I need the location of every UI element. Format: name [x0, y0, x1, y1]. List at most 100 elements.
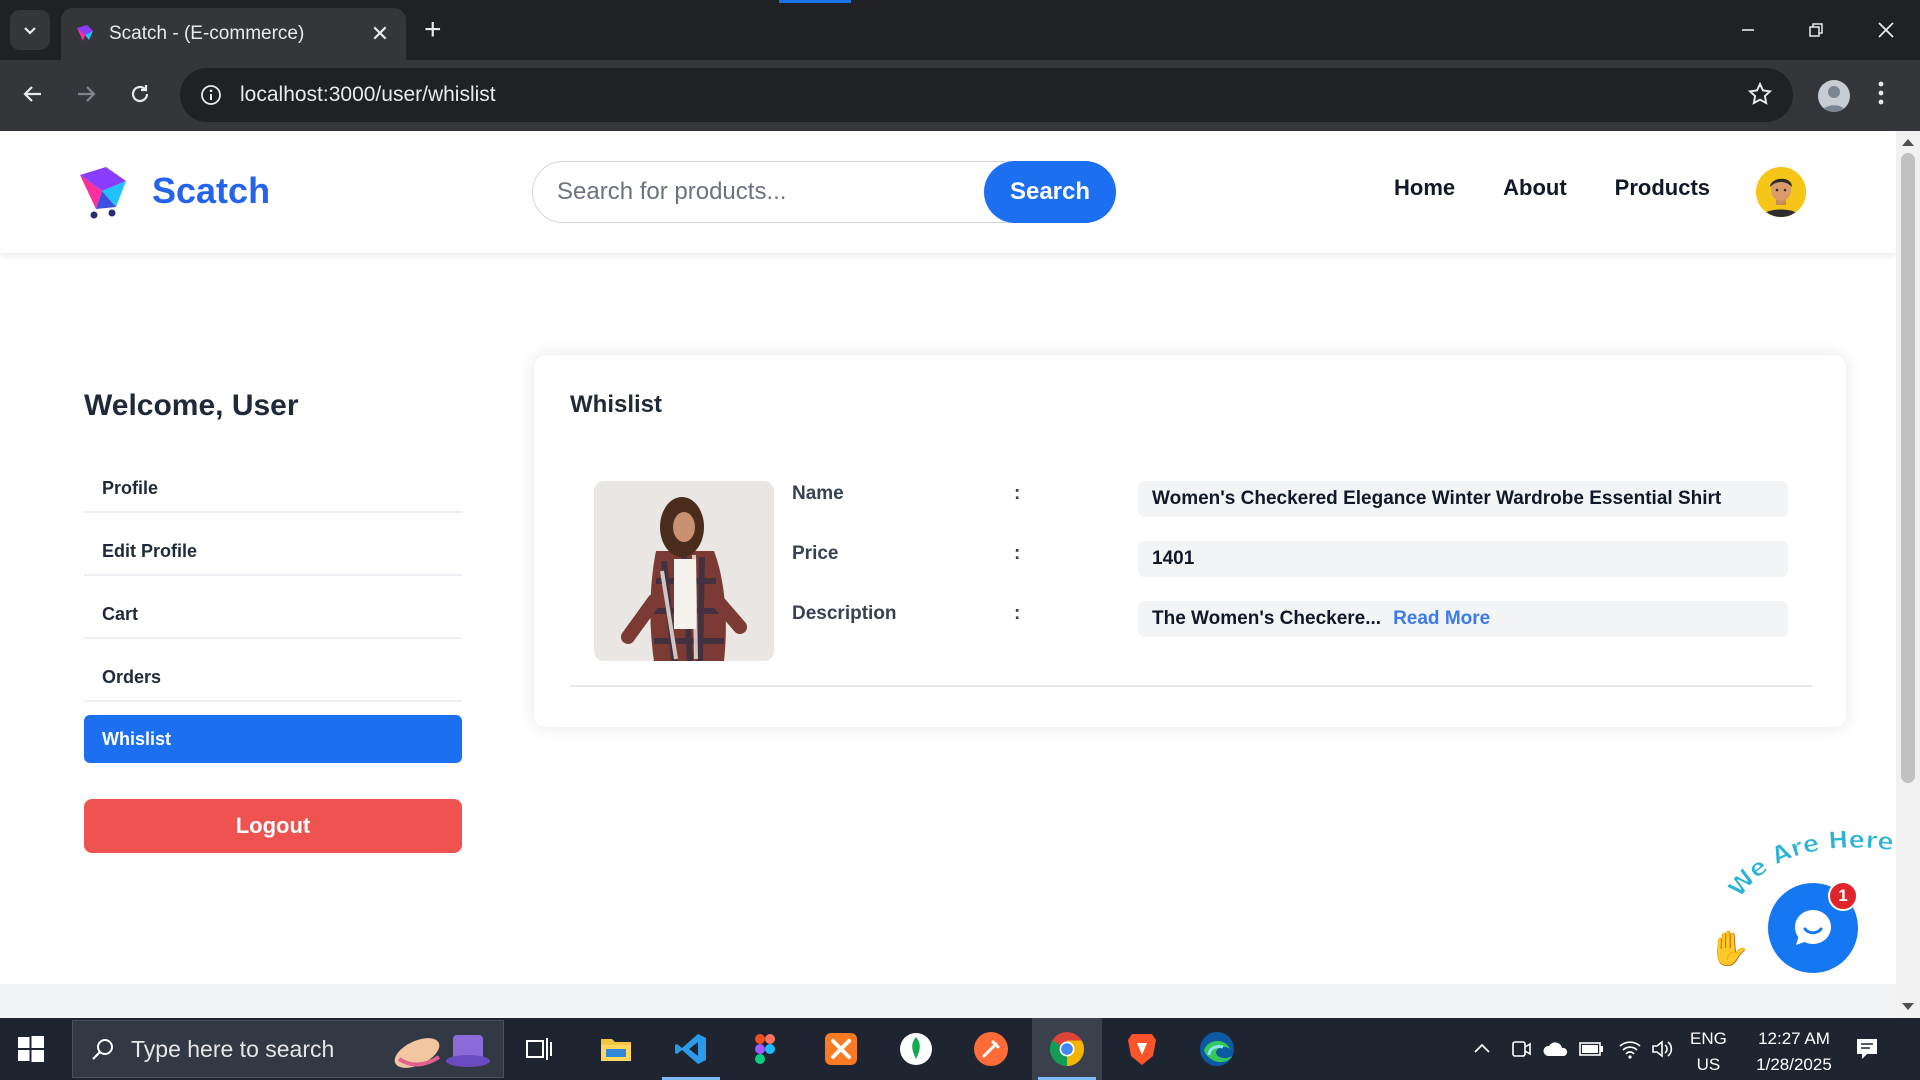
- postman-icon: [974, 1032, 1008, 1066]
- product-price-value: 1401: [1138, 541, 1788, 577]
- page-viewport: Scatch Search Home About Products Welcom…: [0, 131, 1896, 984]
- taskbar-chrome[interactable]: [1032, 1018, 1102, 1080]
- scroll-up-arrow[interactable]: [1902, 139, 1914, 146]
- nav-home-link[interactable]: Home: [1394, 175, 1455, 201]
- product-search: Search: [532, 161, 1116, 223]
- arrow-right-icon: [78, 86, 96, 102]
- browser-profile-avatar[interactable]: [1818, 80, 1850, 112]
- onedrive-icon[interactable]: [1542, 1038, 1570, 1065]
- product-image[interactable]: [594, 481, 774, 661]
- sidebar-item-edit-profile[interactable]: Edit Profile: [84, 528, 462, 576]
- windows-logo-icon: [18, 1036, 44, 1062]
- mongodb-icon: [900, 1033, 932, 1065]
- search-highlight-icon: [394, 1035, 490, 1068]
- taskbar-file-explorer[interactable]: [581, 1018, 651, 1080]
- chevron-up-icon[interactable]: [1472, 1040, 1492, 1061]
- reload-icon: [131, 85, 149, 103]
- close-tab-icon[interactable]: ✕: [368, 21, 392, 47]
- clock-time: 12:27 AM: [1758, 1029, 1830, 1048]
- welcome-heading: Welcome, User: [84, 389, 299, 422]
- tab-search-button[interactable]: [10, 10, 50, 50]
- name-separator: :: [1014, 483, 1021, 504]
- new-tab-button[interactable]: +: [424, 14, 442, 46]
- taskbar-vscode[interactable]: [656, 1018, 726, 1080]
- product-description-value: The Women's Checkere... Read More: [1138, 601, 1788, 637]
- description-label: Description: [792, 603, 897, 624]
- taskbar-edge[interactable]: [1182, 1018, 1252, 1080]
- brand-name: Scatch: [152, 170, 271, 211]
- taskbar-mongodb-compass[interactable]: [881, 1018, 951, 1080]
- input-language[interactable]: ENG US: [1690, 1026, 1727, 1078]
- browser-tabstrip: Scatch - (E-commerce) ✕ +: [0, 0, 1920, 60]
- sidebar-item-cart[interactable]: Cart: [84, 591, 462, 639]
- taskbar-xampp[interactable]: [806, 1018, 876, 1080]
- scroll-thumb[interactable]: [1901, 153, 1915, 783]
- battery-icon[interactable]: [1578, 1038, 1606, 1065]
- chat-bubble-icon: [1795, 910, 1831, 945]
- language-code: ENG: [1690, 1029, 1727, 1048]
- chrome-icon: [1050, 1032, 1084, 1066]
- chat-widget[interactable]: We Are Here! ✋ 1: [1706, 825, 1896, 981]
- notification-center-icon[interactable]: [1854, 1036, 1880, 1067]
- description-separator: :: [1014, 603, 1021, 624]
- sidebar-item-orders[interactable]: Orders: [84, 654, 462, 702]
- page-scrollbar[interactable]: [1896, 131, 1920, 1018]
- item-divider: [570, 685, 1812, 687]
- waving-hand-icon: ✋: [1708, 930, 1751, 968]
- nav-products-link[interactable]: Products: [1615, 175, 1710, 201]
- task-view-button[interactable]: [504, 1018, 574, 1080]
- system-clock[interactable]: 12:27 AM 1/28/2025: [1740, 1026, 1848, 1078]
- main-nav: Home About Products: [1394, 175, 1710, 201]
- browser-toolbar: localhost:3000/user/whislist: [0, 60, 1920, 131]
- kebab-icon[interactable]: [1876, 78, 1886, 113]
- name-label: Name: [792, 483, 844, 504]
- forward-button[interactable]: [66, 74, 106, 114]
- address-bar[interactable]: localhost:3000/user/whislist: [180, 68, 1793, 122]
- search-button[interactable]: Search: [984, 161, 1116, 223]
- taskbar-figma[interactable]: [730, 1018, 800, 1080]
- vscode-icon: [675, 1034, 706, 1064]
- figma-icon: [755, 1034, 775, 1064]
- minimize-button[interactable]: [1728, 12, 1768, 48]
- price-separator: :: [1014, 543, 1021, 564]
- logout-button[interactable]: Logout: [84, 799, 462, 853]
- windows-start-button[interactable]: [18, 1036, 44, 1067]
- brave-icon: [1128, 1034, 1156, 1065]
- read-more-link[interactable]: Read More: [1393, 608, 1490, 630]
- nav-about-link[interactable]: About: [1503, 175, 1567, 201]
- sidebar-item-profile[interactable]: Profile: [84, 465, 462, 513]
- scatch-favicon-icon: [77, 25, 93, 41]
- browser-tab[interactable]: Scatch - (E-commerce) ✕: [61, 8, 406, 60]
- taskbar-search-text: Type here to search: [131, 1035, 335, 1062]
- back-button[interactable]: [13, 74, 53, 114]
- star-icon[interactable]: [1747, 81, 1773, 112]
- product-name-value: Women's Checkered Elegance Winter Wardro…: [1138, 481, 1788, 517]
- wifi-icon[interactable]: [1618, 1038, 1642, 1065]
- info-icon[interactable]: [198, 82, 224, 108]
- user-avatar[interactable]: [1756, 167, 1806, 217]
- wishlist-title: Whislist: [570, 391, 663, 418]
- scroll-down-arrow[interactable]: [1902, 1003, 1914, 1010]
- taskbar-brave[interactable]: [1107, 1018, 1177, 1080]
- reload-button[interactable]: [120, 74, 160, 114]
- close-window-button[interactable]: [1866, 12, 1906, 48]
- windows-taskbar: Type here to search ENG US 12:27 AM 1/28…: [0, 1018, 1920, 1080]
- wishlist-card: Whislist Name : Women's Checkered Elegan…: [534, 355, 1846, 727]
- site-header: Scatch Search Home About Products: [0, 131, 1896, 253]
- sidebar-item-whislist[interactable]: Whislist: [84, 715, 462, 763]
- volume-icon[interactable]: [1650, 1038, 1674, 1065]
- task-view-icon: [526, 1038, 552, 1060]
- close-icon: [1878, 22, 1894, 38]
- site-logo[interactable]: Scatch: [76, 163, 270, 219]
- url-text: localhost:3000/user/whislist: [240, 83, 496, 106]
- page-footer-strip: [0, 984, 1896, 1018]
- restore-icon: [1809, 23, 1823, 37]
- restore-button[interactable]: [1796, 12, 1836, 48]
- meet-now-icon[interactable]: [1510, 1038, 1532, 1065]
- description-text: The Women's Checkere...: [1152, 608, 1382, 629]
- chevron-down-icon: [24, 27, 36, 35]
- chat-notification-badge: 1: [1828, 881, 1858, 911]
- taskbar-search[interactable]: Type here to search: [72, 1020, 504, 1078]
- search-icon: [92, 1039, 113, 1060]
- taskbar-postman[interactable]: [956, 1018, 1026, 1080]
